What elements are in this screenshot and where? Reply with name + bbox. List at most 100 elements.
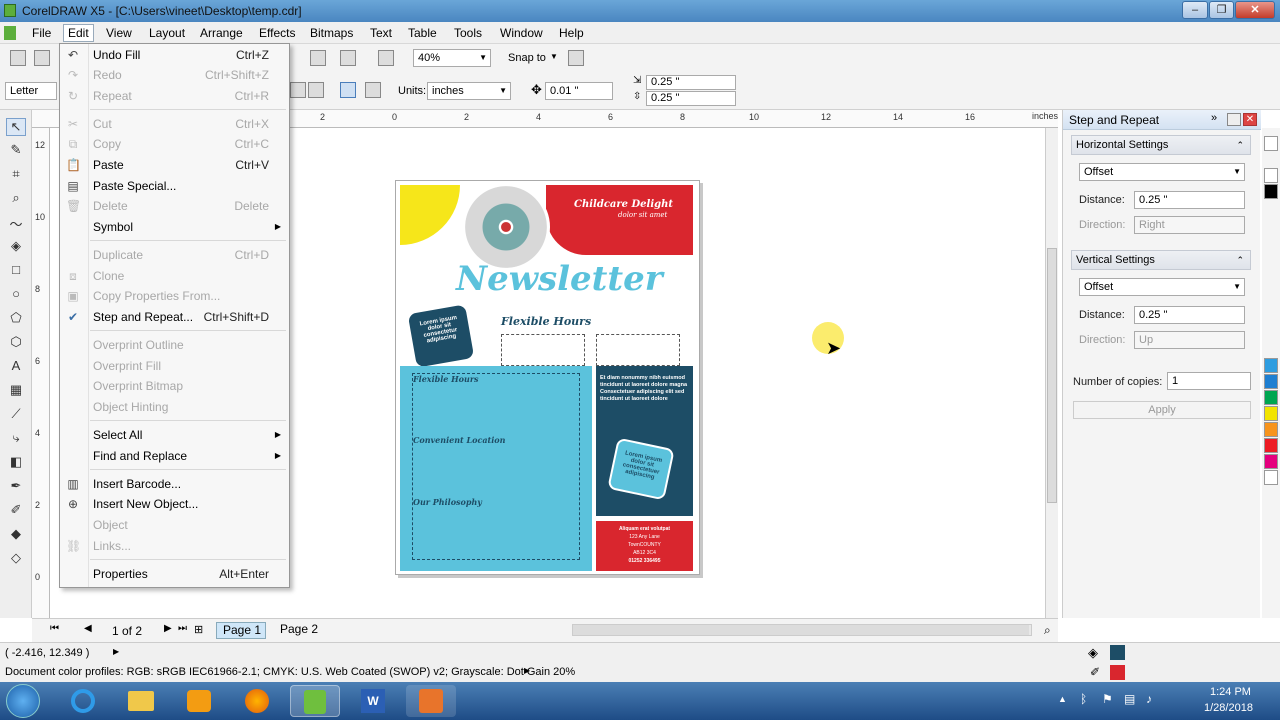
explorer-taskbar-icon[interactable] <box>116 685 166 717</box>
last-page-icon[interactable]: ⏭ <box>178 623 187 634</box>
palette-swatch[interactable] <box>1264 390 1278 405</box>
menu-item-clone[interactable]: ⧈ Clone <box>60 266 289 286</box>
current-page-icon[interactable] <box>365 82 381 98</box>
collapse-icon[interactable]: ⌃ <box>1236 251 1244 269</box>
word-taskbar-icon[interactable]: W <box>348 685 398 717</box>
clock-date[interactable]: 1/28/2018 <box>1204 702 1253 714</box>
crop-tool-icon[interactable]: ⌗ <box>6 166 26 184</box>
play-icon[interactable]: ▶ <box>524 666 530 675</box>
tray-expand-icon[interactable]: ▲ <box>1058 694 1067 704</box>
menu-view[interactable]: View <box>102 25 136 41</box>
doc-icon[interactable] <box>4 26 16 40</box>
paper-size-combo[interactable]: Letter <box>5 82 57 100</box>
app-icon[interactable] <box>4 4 16 17</box>
palette-swatch[interactable] <box>1264 168 1278 183</box>
export-icon[interactable] <box>310 50 326 66</box>
menu-item-overprint-bitmap[interactable]: Overprint Bitmap <box>60 376 289 396</box>
close-button[interactable]: ✕ <box>1235 1 1275 19</box>
tab-page-1[interactable]: Page 1 <box>216 622 266 639</box>
freehand-tool-icon[interactable]: 〜 <box>6 214 26 232</box>
bluetooth-icon[interactable]: ᛒ <box>1080 692 1087 706</box>
minimize-button[interactable]: – <box>1182 1 1208 19</box>
tab-page-2[interactable]: Page 2 <box>274 622 324 639</box>
menu-item-cut[interactable]: ✂ Cut Ctrl+X <box>60 114 289 134</box>
fullscreen-icon[interactable] <box>378 50 394 66</box>
fill-tool-icon[interactable]: ◆ <box>6 526 26 544</box>
menu-item-undo-fill[interactable]: ↶ Undo Fill Ctrl+Z <box>60 45 289 65</box>
zoom-navigator-icon[interactable]: ⌕ <box>1044 623 1051 638</box>
menu-item-repeat[interactable]: ↻ Repeat Ctrl+R <box>60 86 289 106</box>
open-icon[interactable] <box>34 50 50 66</box>
coreldraw-taskbar-icon[interactable] <box>290 685 340 717</box>
vertical-scrollbar[interactable] <box>1045 128 1058 618</box>
menu-item-paste[interactable]: 📋 Paste Ctrl+V <box>60 155 289 175</box>
menu-effects[interactable]: Effects <box>255 25 299 41</box>
vertical-distance-input[interactable]: 0.25 " <box>1134 306 1245 324</box>
fill-color-swatch[interactable] <box>1110 645 1125 660</box>
palette-swatch[interactable] <box>1264 406 1278 421</box>
dup-distance-y-input[interactable]: 0.25 " <box>646 91 736 106</box>
menu-item-redo[interactable]: ↷ Redo Ctrl+Shift+Z <box>60 65 289 85</box>
chevron-down-icon[interactable]: ▼ <box>550 52 558 61</box>
menu-item-object[interactable]: Object <box>60 515 289 535</box>
collapse-icon[interactable]: ⌃ <box>1236 136 1244 154</box>
menu-item-insert-object[interactable]: ⊕ Insert New Object... <box>60 494 289 514</box>
menu-item-properties[interactable]: Properties Alt+Enter <box>60 564 289 584</box>
table-tool-icon[interactable]: ▦ <box>6 382 26 400</box>
ruler-vertical[interactable]: 12 10 8 6 4 2 0 <box>32 128 50 618</box>
newsletter-page[interactable]: Childcare Delight dolor sit amet Newslet… <box>395 180 700 575</box>
palette-swatch[interactable] <box>1264 438 1278 453</box>
menu-file[interactable]: File <box>28 25 55 41</box>
all-pages-icon[interactable] <box>340 82 356 98</box>
media-player-taskbar-icon[interactable] <box>174 685 224 717</box>
zoom-combo[interactable]: 40% ▼ <box>413 49 491 67</box>
menu-tools[interactable]: Tools <box>450 25 486 41</box>
new-icon[interactable] <box>10 50 26 66</box>
pick-tool-icon[interactable]: ↖ <box>6 118 26 136</box>
menu-edit[interactable]: Edit <box>63 24 94 42</box>
palette-none-swatch[interactable] <box>1264 136 1278 151</box>
vertical-direction-select[interactable]: Up <box>1134 331 1245 349</box>
palette-swatch[interactable] <box>1264 454 1278 469</box>
launcher-icon[interactable] <box>340 50 356 66</box>
menu-item-overprint-outline[interactable]: Overprint Outline <box>60 335 289 355</box>
menu-item-symbol[interactable]: Symbol ▶ <box>60 217 289 237</box>
clock-time[interactable]: 1:24 PM <box>1210 686 1251 698</box>
vertical-settings-header[interactable]: Vertical Settings ⌃ <box>1071 250 1251 270</box>
palette-swatch[interactable] <box>1264 422 1278 437</box>
units-combo[interactable]: inches ▼ <box>427 82 511 100</box>
docker-close-button[interactable]: ✕ <box>1243 113 1257 126</box>
vertical-mode-select[interactable]: Offset ▼ <box>1079 278 1245 296</box>
network-icon[interactable]: ▤ <box>1124 692 1135 706</box>
menu-help[interactable]: Help <box>555 25 588 41</box>
color-profiles[interactable]: Document color profiles: RGB: sRGB IEC61… <box>5 666 575 678</box>
palette-swatch[interactable] <box>1264 184 1278 199</box>
presenter-taskbar-icon[interactable] <box>406 685 456 717</box>
interactive-fill-icon[interactable]: ◇ <box>6 550 26 568</box>
menu-item-duplicate[interactable]: Duplicate Ctrl+D <box>60 245 289 265</box>
first-page-icon[interactable]: ⏮ <box>50 623 59 634</box>
menu-arrange[interactable]: Arrange <box>196 25 247 41</box>
play-icon[interactable]: ▶ <box>113 647 119 656</box>
menu-item-object-hinting[interactable]: Object Hinting <box>60 397 289 417</box>
menu-window[interactable]: Window <box>496 25 547 41</box>
outline-color-swatch[interactable] <box>1110 665 1125 680</box>
outline-pen-icon[interactable]: ✐ <box>6 502 26 520</box>
volume-icon[interactable]: ♪ <box>1146 692 1152 706</box>
zoom-tool-icon[interactable]: ⌕ <box>6 190 26 208</box>
horizontal-settings-header[interactable]: Horizontal Settings ⌃ <box>1071 135 1251 155</box>
smart-fill-icon[interactable]: ◈ <box>6 238 26 256</box>
dup-distance-x-input[interactable]: 0.25 " <box>646 75 736 90</box>
menu-item-find-replace[interactable]: Find and Replace ▶ <box>60 446 289 466</box>
menu-item-copy[interactable]: ⧉ Copy Ctrl+C <box>60 134 289 154</box>
scroll-thumb[interactable] <box>1047 248 1057 503</box>
flag-icon[interactable]: ⚑ <box>1102 692 1113 706</box>
menu-layout[interactable]: Layout <box>145 25 189 41</box>
add-page-icon[interactable]: ⊞ <box>194 623 203 636</box>
nudge-input[interactable]: 0.01 " <box>545 82 613 100</box>
double-chevron-icon[interactable]: » <box>1211 112 1217 124</box>
text-tool-icon[interactable]: A <box>6 358 26 376</box>
next-page-icon[interactable]: ▶ <box>164 623 172 634</box>
firefox-taskbar-icon[interactable] <box>232 685 282 717</box>
copies-input[interactable]: 1 <box>1167 372 1251 390</box>
